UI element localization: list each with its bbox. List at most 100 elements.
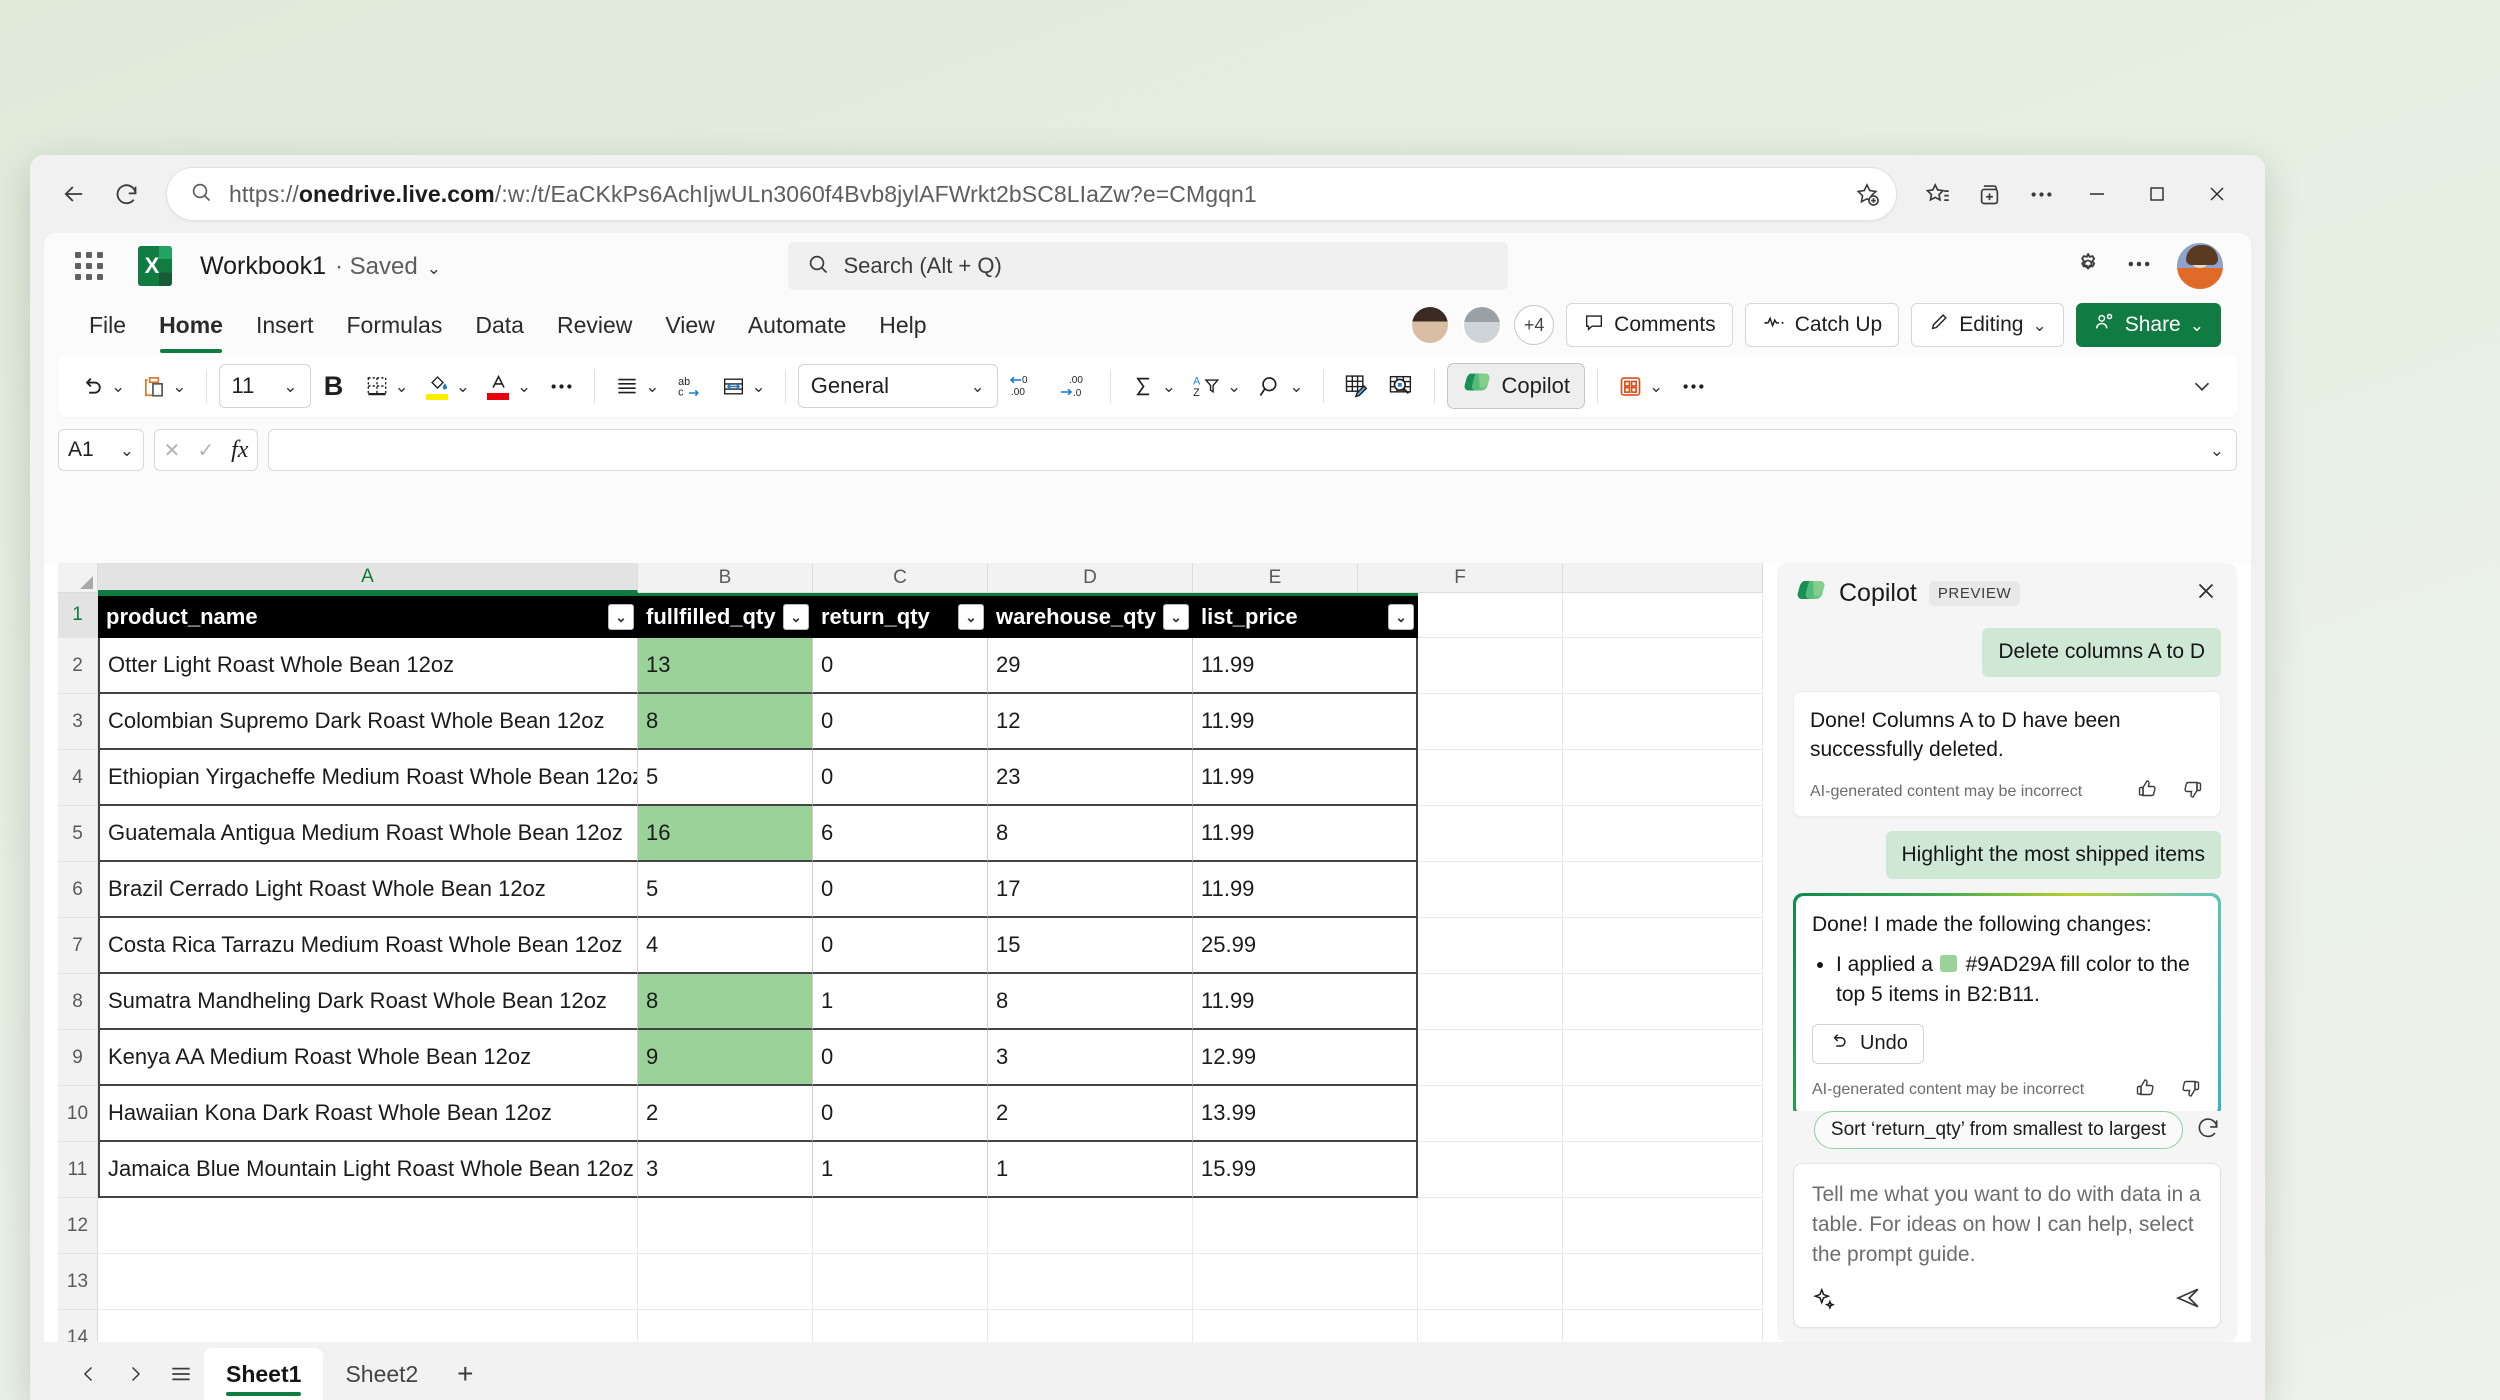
table-row[interactable]: 3 Colombian Supremo Dark Roast Whole Bean… (58, 694, 1778, 750)
cell-warehouse_qty[interactable]: 2 (988, 1086, 1193, 1142)
tab-view[interactable]: View (650, 306, 729, 345)
empty-cell[interactable] (988, 1254, 1193, 1310)
row-header-11[interactable]: 11 (58, 1142, 98, 1198)
column-header-d[interactable]: D (988, 563, 1193, 593)
undo-button[interactable]: ⌄ (72, 362, 132, 410)
cell-return_qty[interactable]: 0 (813, 1086, 988, 1142)
copilot-button[interactable]: Copilot (1446, 363, 1585, 409)
row-header-12[interactable]: 12 (58, 1198, 98, 1254)
empty-cell[interactable] (988, 1198, 1193, 1254)
empty-cell[interactable] (98, 1254, 638, 1310)
chevron-down-icon[interactable]: ⌄ (427, 260, 441, 277)
increase-decimal-button[interactable]: .00.0 (1050, 362, 1098, 410)
cell-list_price[interactable]: 13.99 (1193, 1086, 1418, 1142)
empty-cell[interactable] (1563, 918, 1763, 974)
more-options-icon[interactable] (2125, 250, 2153, 283)
chevron-down-icon[interactable]: ⌄ (1649, 378, 1663, 395)
clean-data-button[interactable] (1336, 362, 1378, 410)
ribbon-overflow-icon[interactable] (1672, 362, 1714, 410)
tab-data[interactable]: Data (460, 306, 539, 345)
filter-dropdown-icon[interactable]: ⌄ (1163, 604, 1189, 630)
chevron-down-icon[interactable]: ⌄ (1227, 378, 1241, 395)
cell-product_name[interactable]: Ethiopian Yirgacheffe Medium Roast Whole… (98, 750, 638, 806)
decrease-decimal-button[interactable]: 0.00 (1000, 362, 1048, 410)
chevron-down-icon[interactable]: ⌄ (111, 378, 125, 395)
table-row[interactable]: 8 Sumatra Mandheling Dark Roast Whole Bea… (58, 974, 1778, 1030)
empty-cell[interactable] (1193, 1198, 1418, 1254)
empty-cell[interactable] (1418, 918, 1563, 974)
thumbs-down-icon[interactable] (2180, 777, 2204, 806)
row-header-10[interactable]: 10 (58, 1086, 98, 1142)
table-row[interactable]: 10 Hawaiian Kona Dark Roast Whole Bean 12… (58, 1086, 1778, 1142)
add-favorite-star-icon[interactable] (1854, 181, 1880, 207)
empty-cell[interactable] (1418, 1142, 1563, 1198)
cancel-formula-icon[interactable]: ✕ (164, 438, 181, 463)
avatar[interactable] (2175, 241, 2225, 291)
empty-cell[interactable] (1563, 638, 1763, 694)
minimize-icon[interactable] (2067, 168, 2127, 220)
chevron-down-icon[interactable]: ⌄ (752, 378, 766, 395)
bold-button[interactable]: B (313, 362, 355, 410)
cell-list_price[interactable]: 11.99 (1193, 974, 1418, 1030)
tab-review[interactable]: Review (542, 306, 647, 345)
add-sheet-button[interactable]: + (440, 1348, 490, 1400)
column-header-c[interactable]: C (813, 563, 988, 593)
empty-row[interactable]: 14 (58, 1310, 1778, 1342)
empty-cell[interactable] (1563, 1086, 1763, 1142)
cell-return_qty[interactable]: 1 (813, 1142, 988, 1198)
column-header-f[interactable]: F (1358, 563, 1563, 593)
gear-icon[interactable] (2073, 249, 2103, 284)
cell-fullfilled_qty[interactable]: 3 (638, 1142, 813, 1198)
table-header-list-price[interactable]: list_price ⌄ (1193, 593, 1418, 638)
back-arrow-icon[interactable] (48, 168, 100, 220)
paste-button[interactable]: ⌄ (134, 362, 193, 410)
fill-color-button[interactable]: ⌄ (418, 362, 477, 410)
cell-return_qty[interactable]: 0 (813, 1030, 988, 1086)
tab-help[interactable]: Help (864, 306, 941, 345)
cell-warehouse_qty[interactable]: 23 (988, 750, 1193, 806)
table-row[interactable]: 9 Kenya AA Medium Roast Whole Bean 12oz 9 0… (58, 1030, 1778, 1086)
sort-filter-button[interactable]: AZ ⌄ (1185, 362, 1248, 410)
wrap-text-button[interactable]: ab c (669, 362, 711, 410)
address-bar[interactable]: https://onedrive.live.com/:w:/t/EaCKkPs6… (166, 167, 1897, 221)
empty-cell[interactable] (1418, 638, 1563, 694)
collaborator-avatar[interactable] (1410, 305, 1451, 345)
copilot-input[interactable]: Tell me what you want to do with data in… (1793, 1163, 2221, 1328)
cell-warehouse_qty[interactable]: 12 (988, 694, 1193, 750)
chevron-down-icon[interactable]: ⌄ (395, 378, 409, 395)
empty-cell[interactable] (1418, 750, 1563, 806)
comments-button[interactable]: Comments (1566, 303, 1733, 347)
table-header-product-name[interactable]: product_name ⌄ (98, 593, 638, 638)
empty-cell[interactable] (1193, 1310, 1418, 1342)
cell-warehouse_qty[interactable]: 3 (988, 1030, 1193, 1086)
empty-cell[interactable] (813, 1254, 988, 1310)
tab-home[interactable]: Home (144, 306, 238, 353)
table-header-fullfilled-qty[interactable]: fullfilled_qty ⌄ (638, 593, 813, 638)
table-row[interactable]: 2 Otter Light Roast Whole Bean 12oz 13 0 29 1… (58, 638, 1778, 694)
empty-cell[interactable] (1563, 750, 1763, 806)
cell-fullfilled_qty[interactable]: 8 (638, 974, 813, 1030)
column-header-g[interactable] (1563, 563, 1763, 593)
empty-cell[interactable] (1563, 593, 1763, 638)
cell-warehouse_qty[interactable]: 1 (988, 1142, 1193, 1198)
suggestion-chip[interactable]: Sort ‘return_qty’ from smallest to large… (1813, 1111, 2183, 1150)
document-title[interactable]: Workbook1 · Saved ⌄ (200, 252, 441, 281)
row-header-7[interactable]: 7 (58, 918, 98, 974)
column-header-b[interactable]: B (638, 563, 813, 593)
tab-insert[interactable]: Insert (241, 306, 329, 345)
select-all-corner[interactable] (58, 563, 98, 593)
collections-icon[interactable] (1963, 168, 2015, 220)
confirm-formula-icon[interactable]: ✓ (197, 438, 214, 463)
row-header-9[interactable]: 9 (58, 1030, 98, 1086)
empty-cell[interactable] (1418, 1310, 1563, 1342)
empty-cell[interactable] (1563, 974, 1763, 1030)
table-row[interactable]: 4 Ethiopian Yirgacheffe Medium Roast Whol… (58, 750, 1778, 806)
cell-product_name[interactable]: Otter Light Roast Whole Bean 12oz (98, 638, 638, 694)
borders-button[interactable]: ⌄ (357, 362, 416, 410)
tab-file[interactable]: File (74, 306, 141, 345)
cell-list_price[interactable]: 15.99 (1193, 1142, 1418, 1198)
all-sheets-icon[interactable] (158, 1348, 204, 1400)
font-size-select[interactable]: 11 ⌄ (218, 364, 311, 408)
collaborator-overflow-count[interactable]: +4 (1514, 305, 1555, 345)
filter-dropdown-icon[interactable]: ⌄ (783, 604, 809, 630)
